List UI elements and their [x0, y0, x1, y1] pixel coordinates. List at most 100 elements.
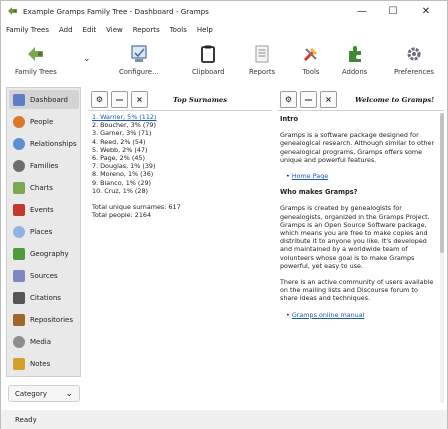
sidebar-item-charts[interactable]: Charts — [9, 178, 79, 197]
surname-entry: 5. Webb, 2% (47) — [92, 145, 148, 154]
menu-family-trees[interactable]: Family Trees — [1, 26, 54, 34]
sidebar-item-places[interactable]: Places — [9, 222, 79, 241]
addons-button[interactable]: Addons — [342, 44, 367, 76]
reports-button[interactable]: Reports — [249, 44, 275, 76]
surname-list: 1. Warner, 5% (112) 2. Boucher, 3% (79) … — [88, 113, 272, 219]
sidebar-item-label: Citations — [30, 293, 61, 302]
close-icon: × — [136, 95, 143, 104]
surname-entry: 2. Boucher, 3% (79) — [92, 121, 156, 130]
family-trees-dropdown-icon[interactable]: ⌄ — [83, 54, 91, 64]
minimize-icon: — — [115, 95, 124, 104]
sidebar-item-families[interactable]: Families — [9, 156, 79, 175]
gramplet-properties-button[interactable]: ⚙ — [91, 91, 108, 108]
menu-reports[interactable]: Reports — [128, 26, 165, 34]
total-people: Total people: 2164 — [92, 211, 152, 220]
gramplet-minimize-button[interactable]: — — [111, 91, 128, 108]
surname-entry: 7. Douglas, 1% (39) — [92, 162, 156, 171]
sidebar-item-label: Dashboard — [30, 95, 68, 104]
welcome-gramplet: ⚙ — × Welcome to Gramps! Intro Gramps is… — [277, 89, 444, 403]
chevron-down-icon: ⌄ — [65, 388, 73, 399]
preferences-label: Preferences — [394, 68, 434, 76]
who-paragraph: Gramps is created by genealogists for ge… — [280, 204, 430, 270]
total-surnames: Total unique surnames: 617 — [92, 203, 181, 212]
toolbar: Family Trees ⌄ Configure... Clipboard Re… — [1, 38, 447, 84]
maximize-button[interactable]: ☐ — [378, 1, 408, 22]
events-icon — [13, 203, 25, 216]
category-dropdown[interactable]: Category ⌄ — [8, 385, 80, 402]
sidebar-item-label: Media — [30, 337, 52, 346]
sidebar-item-sources[interactable]: Sources — [9, 266, 79, 285]
window-title: Example Gramps Family Tree - Dashboard -… — [23, 7, 209, 16]
scrollbar-thumb[interactable] — [440, 113, 444, 253]
surname-entry: 6. Page, 2% (45) — [92, 154, 145, 163]
media-icon — [13, 335, 25, 348]
sidebar-item-events[interactable]: Events — [9, 200, 79, 219]
home-page-link[interactable]: Home Page — [292, 172, 328, 180]
surname-link[interactable]: 1. Warner, 5% (112) — [92, 113, 272, 121]
gramplet-minimize-button[interactable]: — — [300, 91, 317, 108]
surname-entry: 10. Cruz, 1% (28) — [92, 186, 149, 195]
sidebar-item-label: Repositories — [30, 315, 73, 324]
preferences-icon — [404, 44, 424, 64]
clipboard-label: Clipboard — [192, 68, 225, 76]
properties-icon: ⚙ — [284, 95, 293, 104]
home-page-item: • Home Page — [286, 172, 329, 181]
charts-icon — [13, 181, 25, 194]
preferences-button[interactable]: Preferences — [394, 44, 434, 76]
status-text: Ready — [15, 415, 37, 424]
clipboard-button[interactable]: Clipboard — [192, 44, 224, 76]
close-icon: ✕ — [421, 6, 431, 17]
manual-item: • Gramps online manual — [286, 310, 365, 319]
family-trees-button[interactable]: Family Trees — [15, 44, 57, 76]
sidebar-item-geography[interactable]: Geography — [9, 244, 79, 263]
sidebar-item-dashboard[interactable]: Dashboard — [9, 90, 79, 109]
dashboard-icon — [13, 93, 25, 106]
gramplet-close-button[interactable]: × — [320, 91, 337, 108]
app-window: Example Gramps Family Tree - Dashboard -… — [0, 0, 448, 429]
gramplet-properties-button[interactable]: ⚙ — [280, 91, 297, 108]
menu-add[interactable]: Add — [54, 26, 78, 34]
who-heading: Who makes Gramps? — [280, 188, 358, 197]
sidebar-item-people[interactable]: People — [9, 112, 79, 131]
reports-icon — [252, 44, 272, 64]
sidebar-item-repositories[interactable]: Repositories — [9, 310, 79, 329]
gramplet-close-button[interactable]: × — [131, 91, 148, 108]
family-trees-label: Family Trees — [15, 68, 57, 76]
navigator-sidebar: Dashboard People Relationships Families … — [6, 87, 81, 377]
surname-entry: 9. Blanco, 1% (29) — [92, 178, 152, 187]
citations-icon — [13, 291, 25, 304]
gramplet-header: ⚙ — × Welcome to Gramps! — [277, 89, 444, 111]
menu-help[interactable]: Help — [192, 26, 218, 34]
sidebar-item-label: Relationships — [30, 139, 77, 148]
title-bar: Example Gramps Family Tree - Dashboard -… — [1, 1, 447, 22]
notes-icon — [13, 357, 25, 370]
sidebar-item-notes[interactable]: Notes — [9, 354, 79, 373]
sources-icon — [13, 269, 25, 282]
category-label: Category — [15, 389, 47, 398]
status-bar: Ready — [1, 410, 447, 429]
minimize-button[interactable]: — — [347, 1, 377, 22]
sidebar-item-relationships[interactable]: Relationships — [9, 134, 79, 153]
menu-tools[interactable]: Tools — [165, 26, 192, 34]
community-paragraph: There is an active community of users av… — [280, 278, 434, 303]
close-button[interactable]: ✕ — [411, 1, 441, 22]
repositories-icon — [13, 313, 25, 326]
configure-label: Configure... — [119, 68, 159, 76]
sidebar-item-media[interactable]: Media — [9, 332, 79, 351]
family-trees-icon — [26, 44, 46, 64]
sidebar-item-label: Sources — [30, 271, 58, 280]
surname-entry: 4. Reed, 2% (54) — [92, 137, 146, 146]
clipboard-icon — [198, 44, 218, 64]
close-icon: × — [325, 95, 332, 104]
properties-icon: ⚙ — [95, 95, 104, 104]
tools-button[interactable]: Tools — [301, 44, 321, 76]
gramplet-title: Welcome to Gramps! — [355, 95, 435, 104]
configure-button[interactable]: Configure... — [119, 44, 158, 76]
menu-edit[interactable]: Edit — [78, 26, 102, 34]
sidebar-item-citations[interactable]: Citations — [9, 288, 79, 307]
sidebar-item-label: Families — [30, 161, 59, 170]
menu-view[interactable]: View — [101, 26, 128, 34]
sidebar-item-label: Geography — [30, 249, 69, 258]
manual-link[interactable]: Gramps online manual — [292, 311, 365, 319]
surname-entry: 8. Moreno, 1% (36) — [92, 170, 154, 179]
